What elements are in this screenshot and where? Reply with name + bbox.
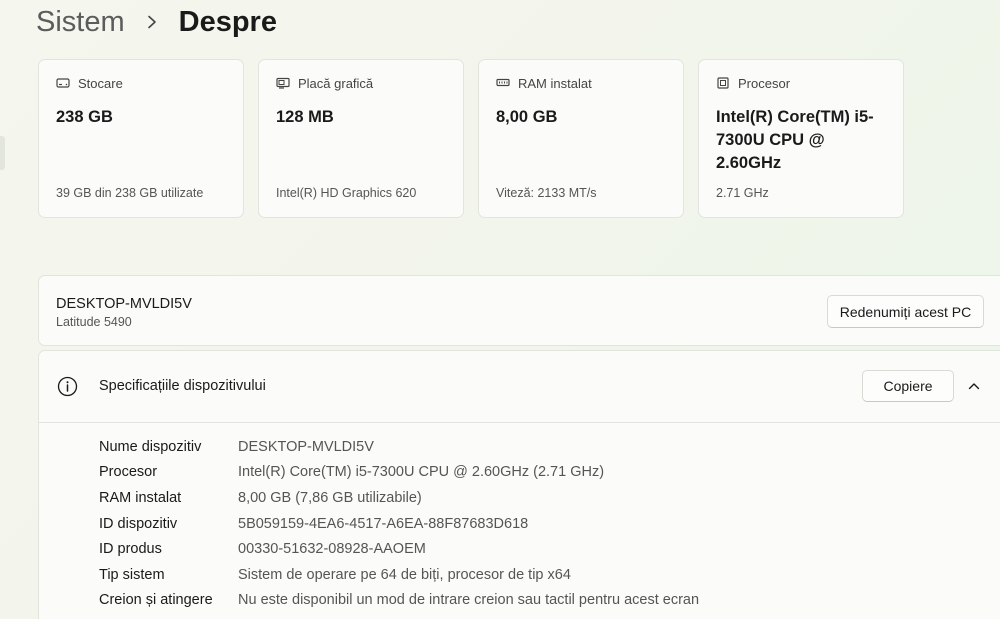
copy-button[interactable]: Copiere [862, 370, 954, 402]
device-specs-title: Specificațiile dispozitivului [99, 378, 266, 394]
breadcrumb-parent-link[interactable]: Sistem [36, 6, 125, 39]
list-item: Nume dispozitiv DESKTOP-MVLDI5V [99, 434, 699, 460]
chevron-up-icon[interactable] [967, 379, 981, 393]
storage-icon [56, 76, 70, 90]
list-item: ID dispozitiv 5B059159-4EA6-4517-A6EA-88F… [99, 511, 699, 537]
card-ram[interactable]: RAM instalat 8,00 GB Viteză: 2133 MT/s [478, 59, 684, 218]
page-title: Despre [178, 5, 277, 38]
spec-value: Nu este disponibil un mod de intrare cre… [238, 592, 700, 609]
card-value: 8,00 GB [496, 108, 558, 126]
rename-pc-button[interactable]: Redenumiți acest PC [827, 295, 984, 328]
spec-label: RAM instalat [99, 489, 182, 506]
device-model: Latitude 5490 [56, 315, 132, 329]
device-specs-list: Nume dispozitiv DESKTOP-MVLDI5V Procesor I… [99, 434, 699, 613]
info-icon [57, 376, 78, 397]
graphics-card-icon [276, 76, 290, 90]
card-subtext: Viteză: 2133 MT/s [496, 186, 597, 200]
card-value: 238 GB [56, 108, 113, 126]
list-item: ID produs 00330-51632-08928-AAOEM [99, 536, 699, 562]
spec-label: ID produs [99, 541, 162, 558]
card-storage[interactable]: Stocare 238 GB 39 GB din 238 GB utilizat… [38, 59, 244, 218]
spec-value: 5B059159-4EA6-4517-A6EA-88F87683D618 [238, 515, 529, 532]
spec-label: Nume dispozitiv [99, 438, 202, 455]
device-name: DESKTOP-MVLDI5V [56, 296, 192, 312]
device-specs-header[interactable]: Specificațiile dispozitivului Copiere [39, 351, 1000, 423]
processor-icon [716, 76, 730, 90]
card-subtext: Intel(R) HD Graphics 620 [276, 186, 417, 200]
card-value: Intel(R) Core(TM) i5-7300U CPU @ 2.60GHz [716, 108, 874, 172]
list-item: RAM instalat 8,00 GB (7,86 GB utilizabile… [99, 485, 699, 511]
list-item: Tip sistem Sistem de operare pe 64 de biț… [99, 562, 699, 588]
spec-value: 8,00 GB (7,86 GB utilizabile) [238, 489, 422, 506]
card-graphics[interactable]: Placă grafică 128 MB Intel(R) HD Graphic… [258, 59, 464, 218]
spec-label: Creion și atingere [99, 592, 213, 609]
spec-value: DESKTOP-MVLDI5V [238, 438, 374, 455]
card-processor[interactable]: Procesor Intel(R) Core(TM) i5-7300U CPU … [698, 59, 904, 218]
spec-value: 00330-51632-08928-AAOEM [238, 541, 426, 558]
spec-label: Procesor [99, 464, 158, 481]
card-title: Stocare [78, 75, 123, 91]
spec-value: Sistem de operare pe 64 de biți, proceso… [238, 566, 571, 583]
card-title: RAM instalat [518, 75, 592, 91]
breadcrumb: Sistem Despre [36, 4, 277, 40]
device-specs-panel: Specificațiile dispozitivului Copiere Nu… [38, 350, 1000, 619]
card-value: 128 MB [276, 108, 334, 126]
hardware-cards: Stocare 238 GB 39 GB din 238 GB utilizat… [38, 59, 904, 218]
list-item: Creion și atingere Nu este disponibil un … [99, 588, 699, 614]
spec-label: ID dispozitiv [99, 515, 178, 532]
window-edge-handle [0, 136, 5, 170]
ram-icon [496, 76, 510, 90]
spec-value: Intel(R) Core(TM) i5-7300U CPU @ 2.60GHz… [238, 464, 605, 481]
chevron-right-icon [143, 13, 161, 31]
card-subtext: 2.71 GHz [716, 186, 769, 200]
card-title: Placă grafică [298, 75, 374, 91]
card-subtext: 39 GB din 238 GB utilizate [56, 186, 204, 200]
spec-label: Tip sistem [99, 566, 165, 583]
card-title: Procesor [738, 75, 791, 91]
device-name-panel: DESKTOP-MVLDI5V Latitude 5490 Redenumiți… [38, 275, 1000, 346]
list-item: Procesor Intel(R) Core(TM) i5-7300U CPU @… [99, 460, 699, 486]
